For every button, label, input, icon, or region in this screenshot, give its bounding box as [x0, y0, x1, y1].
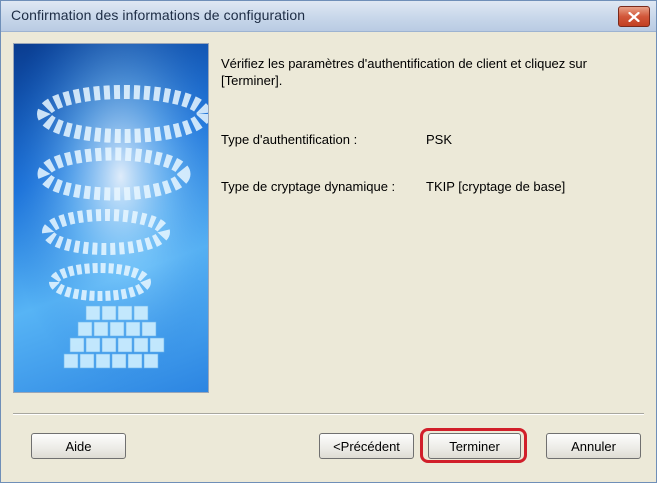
wireless-setup-illustration — [13, 43, 209, 393]
close-icon — [628, 11, 640, 22]
configuration-dialog: Confirmation des informations de configu… — [0, 0, 657, 483]
encryption-type-value: TKIP [cryptage de base] — [426, 179, 566, 194]
window-title: Confirmation des informations de configu… — [11, 7, 306, 23]
title-bar: Confirmation des informations de configu… — [1, 1, 656, 32]
divider — [13, 413, 644, 415]
encryption-type-label: Type de cryptage dynamique : — [221, 179, 396, 194]
close-button[interactable] — [618, 6, 650, 27]
instruction-text: Vérifiez les paramètres d'authentificati… — [221, 56, 587, 88]
auth-type-label: Type d'authentification : — [221, 132, 358, 147]
finish-button[interactable]: Terminer — [428, 433, 521, 459]
back-button[interactable]: <Précédent — [319, 433, 414, 459]
help-button[interactable]: Aide — [31, 433, 126, 459]
auth-type-value: PSK — [426, 132, 453, 147]
cancel-button[interactable]: Annuler — [546, 433, 641, 459]
